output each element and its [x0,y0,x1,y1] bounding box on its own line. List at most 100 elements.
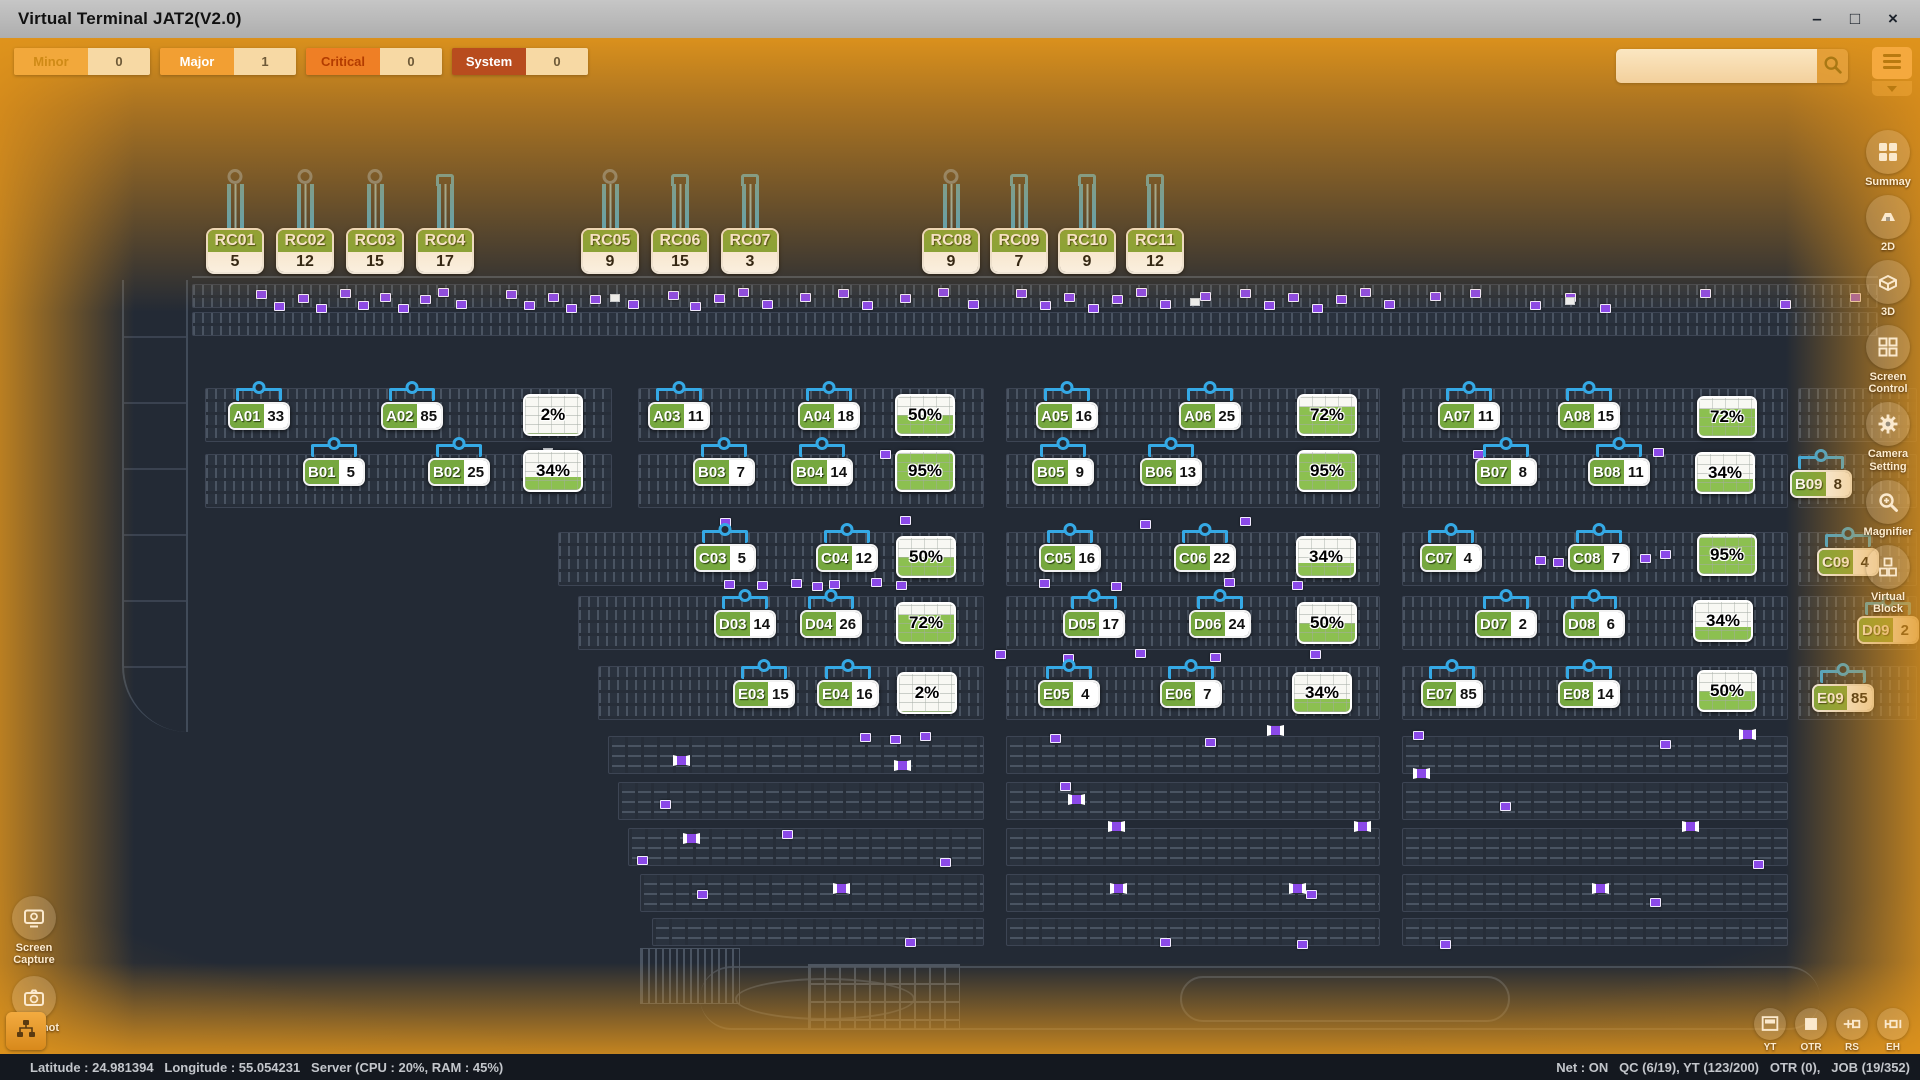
block-B01[interactable]: B015 [303,444,365,486]
occupancy-gauge[interactable]: 50% [1697,670,1757,712]
occupancy-gauge[interactable]: 2% [523,394,583,436]
gauge-percent: 50% [898,538,954,576]
occupancy-gauge[interactable]: 50% [1297,602,1357,644]
block-B03[interactable]: B037 [693,444,755,486]
rc-crane-RC07[interactable]: RC073 [721,184,779,274]
block-B05[interactable]: B059 [1032,444,1094,486]
block-C05[interactable]: C0516 [1039,530,1101,572]
block-A06[interactable]: A0625 [1179,388,1241,430]
block-D07[interactable]: D072 [1475,596,1537,638]
block-D03[interactable]: D0314 [714,596,776,638]
block-label: A0625 [1179,402,1241,430]
block-D04[interactable]: D0426 [800,596,862,638]
block-A07[interactable]: A0711 [1438,388,1500,430]
maximize-button[interactable]: □ [1838,6,1872,32]
block-D08[interactable]: D086 [1563,596,1625,638]
rc-crane-RC02[interactable]: RC0212 [276,184,334,274]
block-E03[interactable]: E0315 [733,666,795,708]
block-A02[interactable]: A0285 [381,388,443,430]
block-label: B098 [1790,470,1852,498]
container-marker [456,300,467,309]
search-input[interactable] [1616,49,1817,83]
block-B06[interactable]: B0613 [1140,444,1202,486]
block-B08[interactable]: B0811 [1588,444,1650,486]
occupancy-gauge[interactable]: 95% [1697,534,1757,576]
block-C06[interactable]: C0622 [1174,530,1236,572]
block-A03[interactable]: A0311 [648,388,710,430]
rc-crane-RC05[interactable]: RC059 [581,184,639,274]
block-C07[interactable]: C074 [1420,530,1482,572]
fleet-rs-button[interactable]: RS [1835,1008,1869,1053]
sidebar-item-screen-control[interactable]: Screen Control [1866,325,1910,395]
alarm-chip-system[interactable]: System0 [452,48,588,75]
block-B02[interactable]: B0225 [428,444,490,486]
block-D06[interactable]: D0624 [1189,596,1251,638]
alarm-chip-minor[interactable]: Minor0 [14,48,150,75]
block-D05[interactable]: D0517 [1063,596,1125,638]
block-B07[interactable]: B078 [1475,444,1537,486]
rc-label: RC0417 [416,228,474,274]
rc-crane-RC06[interactable]: RC0615 [651,184,709,274]
occupancy-gauge[interactable]: 50% [895,394,955,436]
block-label: C0412 [816,544,878,572]
close-button[interactable]: × [1876,6,1910,32]
terminal-map[interactable]: RC015RC0212RC0315 RC0417 RC059RC0615RC073 R… [0,38,1920,1054]
alarm-chip-major[interactable]: Major1 [160,48,296,75]
sidebar-item-virtual-block[interactable]: Virtual Block [1866,545,1910,615]
alarm-chip-critical[interactable]: Critical0 [306,48,442,75]
block-E09[interactable]: E0985 [1812,670,1874,712]
occupancy-gauge[interactable]: 72% [1697,396,1757,438]
block-A08[interactable]: A0815 [1558,388,1620,430]
container-marker [1470,289,1481,298]
sidebar-item-camera-setting[interactable]: Camera Setting [1866,402,1910,472]
occupancy-gauge[interactable]: 2% [897,672,957,714]
occupancy-gauge[interactable]: 34% [1292,672,1352,714]
block-id: C07 [1422,546,1456,570]
block-B09[interactable]: B098 [1790,456,1852,498]
occupancy-gauge[interactable]: 34% [1693,600,1753,642]
block-A01[interactable]: A0133 [228,388,290,430]
block-C08[interactable]: C087 [1568,530,1630,572]
occupancy-gauge[interactable]: 34% [1296,536,1356,578]
block-B04[interactable]: B0414 [791,444,853,486]
block-A04[interactable]: A0418 [798,388,860,430]
block-C04[interactable]: C0412 [816,530,878,572]
fleet-eh-button[interactable]: EH [1876,1008,1910,1053]
block-E07[interactable]: E0785 [1421,666,1483,708]
block-C03[interactable]: C035 [694,530,756,572]
occupancy-gauge[interactable]: 34% [523,450,583,492]
rc-crane-RC01[interactable]: RC015 [206,184,264,274]
rc-crane-RC09[interactable]: RC097 [990,184,1048,274]
search-button[interactable] [1817,49,1848,83]
yard-band [1006,828,1380,866]
occupancy-gauge[interactable]: 50% [896,536,956,578]
occupancy-gauge[interactable]: 72% [896,602,956,644]
occupancy-gauge[interactable]: 72% [1297,394,1357,436]
block-E08[interactable]: E0814 [1558,666,1620,708]
sidebar-item-summary[interactable]: Summay [1865,130,1911,188]
block-count: 24 [1225,612,1249,636]
block-E05[interactable]: E054 [1038,666,1100,708]
rc-crane-RC03[interactable]: RC0315 [346,184,404,274]
occupancy-gauge[interactable]: 34% [1695,452,1755,494]
fleet-yt-button[interactable]: YT [1753,1008,1787,1053]
sidebar-item-2d[interactable]: 2D [1866,195,1910,253]
fleet-otr-button[interactable]: OTR [1794,1008,1828,1053]
rc-crane-RC08[interactable]: RC089 [922,184,980,274]
layout-tree-button[interactable] [6,1012,46,1050]
rc-crane-RC04[interactable]: RC0417 [416,184,474,274]
block-E06[interactable]: E067 [1160,666,1222,708]
sidebar-item-3d[interactable]: 3D [1866,260,1910,318]
hamburger-menu-button[interactable] [1872,47,1912,79]
occupancy-gauge[interactable]: 95% [895,450,955,492]
occupancy-gauge[interactable]: 95% [1297,450,1357,492]
minimize-button[interactable]: – [1800,6,1834,32]
sidebar-item-magnifier[interactable]: Magnifier [1864,480,1913,538]
rc-crane-RC10[interactable]: RC109 [1058,184,1116,274]
rc-crane-RC11[interactable]: RC1112 [1126,184,1184,274]
menu-collapse-button[interactable] [1872,81,1912,96]
screen-capture-button[interactable]: Screen Capture [6,896,62,966]
block-E04[interactable]: E0416 [817,666,879,708]
container-marker [1240,289,1251,298]
block-A05[interactable]: A0516 [1036,388,1098,430]
